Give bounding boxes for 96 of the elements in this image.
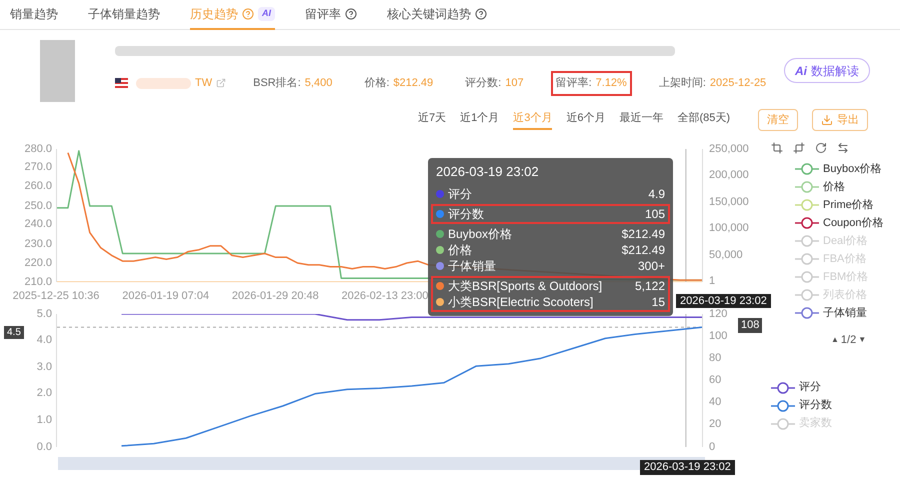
tooltip-label: Buybox价格 [448, 226, 514, 242]
legend-item[interactable]: 评分 [771, 378, 900, 396]
page-up-button[interactable]: ▲ [831, 334, 839, 346]
axis-tick-label: 220.0 [24, 256, 52, 270]
axis-tick-label: 100,000 [709, 222, 749, 236]
legend-item[interactable]: 评分数 [771, 396, 900, 414]
crop-icon[interactable] [793, 142, 805, 154]
tooltip-label: 大类BSR[Sports & Outdoors] [448, 278, 604, 294]
refresh-icon[interactable] [815, 142, 827, 154]
axis-pointer-label: 108 [738, 318, 762, 333]
blurred-image-placeholder [40, 40, 75, 102]
tooltip-title: 2026-03-19 23:02 [435, 163, 540, 181]
axis-tick-label: 100 [709, 330, 728, 343]
axis-tick-label: 3.0 [36, 360, 52, 374]
legend-item[interactable]: 子体销量 [795, 304, 900, 322]
axis-tick-label: 50,000 [709, 248, 743, 262]
axis-tick-label: 150,000 [709, 196, 749, 209]
stat: 评分数: 107 [464, 76, 525, 91]
legend-marker-icon [771, 400, 795, 412]
axis-tick-label: 80 [709, 352, 722, 365]
crop-icon[interactable] [771, 142, 783, 154]
axis-tick-label: 270.0 [24, 161, 52, 174]
ai-badge: AI [258, 7, 275, 21]
page-down-button[interactable]: ▼ [858, 334, 866, 346]
ai-analysis-button[interactable]: Ai 数据解读 [784, 58, 870, 83]
axis-tick-label: 250.0 [24, 200, 52, 212]
axis-tick-label: 240.0 [24, 218, 52, 232]
tab[interactable]: 核心关键词趋势 [387, 0, 487, 30]
download-icon [821, 114, 833, 126]
legend-marker-icon [795, 235, 819, 247]
tooltip-label: 价格 [448, 242, 473, 258]
axis-tick-label: 0.0 [36, 440, 52, 454]
legend-item[interactable]: Coupon价格 [795, 214, 900, 232]
axis-tick-label: 2.0 [36, 387, 52, 400]
legend-marker-icon [795, 289, 819, 301]
range-tab[interactable]: 近6个月 [566, 110, 606, 130]
flag-icon [115, 78, 128, 88]
help-icon[interactable] [345, 8, 357, 20]
range-tab[interactable]: 近7天 [418, 110, 446, 130]
tooltip-label: 子体销量 [448, 258, 497, 274]
legend-marker-icon [795, 271, 819, 283]
axis-tick-label: 5.0 [36, 308, 52, 320]
axis-tick-label: 120 [709, 308, 728, 320]
legend-marker-icon [795, 217, 819, 229]
tooltip-value: $212.49 [622, 242, 665, 258]
tooltip-label: 评分 [448, 186, 473, 202]
axis-tick-label: 20 [709, 418, 722, 432]
range-tab[interactable]: 近1个月 [460, 110, 500, 130]
page-indicator: 1/2 [840, 333, 856, 348]
tooltip-value: 300+ [638, 258, 665, 274]
axis-pointer-label: 4.5 [4, 326, 24, 339]
axis-tick-label: 260.0 [24, 180, 52, 194]
range-tab[interactable]: 最近一年 [619, 110, 664, 130]
tooltip-value: 5,122 [634, 278, 665, 294]
legend-item[interactable]: Prime价格 [795, 196, 900, 214]
redacted-text-bar [136, 78, 191, 89]
axis-tick-label: 4.0 [36, 334, 52, 348]
legend-item[interactable]: 价格 [795, 178, 900, 196]
stat: 价格: $212.49 [363, 76, 434, 91]
legend-marker-icon [771, 418, 795, 430]
axis-tick-label: 280.0 [24, 142, 52, 156]
stat: BSR排名: 5,400 [252, 76, 334, 91]
tab[interactable]: 留评率 [305, 0, 357, 30]
axis-tick-label: 230.0 [24, 238, 52, 250]
tooltip-label: 小类BSR[Electric Scooters] [448, 294, 594, 310]
zoom-slider-track[interactable] [58, 457, 705, 470]
axis-tick-label: 210.0 [24, 276, 52, 288]
legend-marker-icon [795, 199, 819, 211]
axis-tick-label: 0 [709, 440, 716, 454]
legend-marker-icon [795, 307, 819, 319]
legend-marker-icon [771, 382, 795, 394]
axis-tick-label: 250,000 [709, 142, 749, 156]
axis-tick-label: 40 [709, 396, 722, 410]
stat: 留评率: 7.12% [550, 71, 632, 96]
legend-item[interactable]: Buybox价格 [795, 160, 900, 178]
tooltip-label: 评分数 [448, 206, 485, 222]
axis-tick-label: 1 [709, 275, 716, 288]
tooltip-value: 105 [644, 206, 665, 222]
tooltip-value: 15 [652, 294, 665, 310]
swap-icon[interactable] [837, 142, 849, 154]
range-tab[interactable]: 全部(85天) [677, 110, 730, 130]
axis-tick-label: 1.0 [36, 414, 52, 427]
tab[interactable]: 子体销量趋势 [88, 0, 160, 30]
legend-marker-icon [795, 163, 819, 175]
tooltip-value: $212.49 [622, 226, 665, 242]
tab[interactable]: 历史趋势 AI [190, 0, 275, 30]
axis-tick-label: 60 [709, 374, 722, 387]
tab[interactable]: 销量趋势 [10, 0, 58, 30]
help-icon[interactable] [475, 8, 487, 20]
axis-pointer-label: 2026-03-19 23:02 [640, 460, 735, 475]
axis-tick-label: 200,000 [709, 169, 749, 182]
stat: 上架时间: 2025-12-25 [658, 76, 768, 91]
legend-marker-icon [795, 253, 819, 265]
legend-marker-icon [795, 181, 819, 193]
axis-pointer-label: 2026-03-19 23:02 [676, 294, 771, 308]
tooltip-value: 4.9 [648, 186, 665, 202]
